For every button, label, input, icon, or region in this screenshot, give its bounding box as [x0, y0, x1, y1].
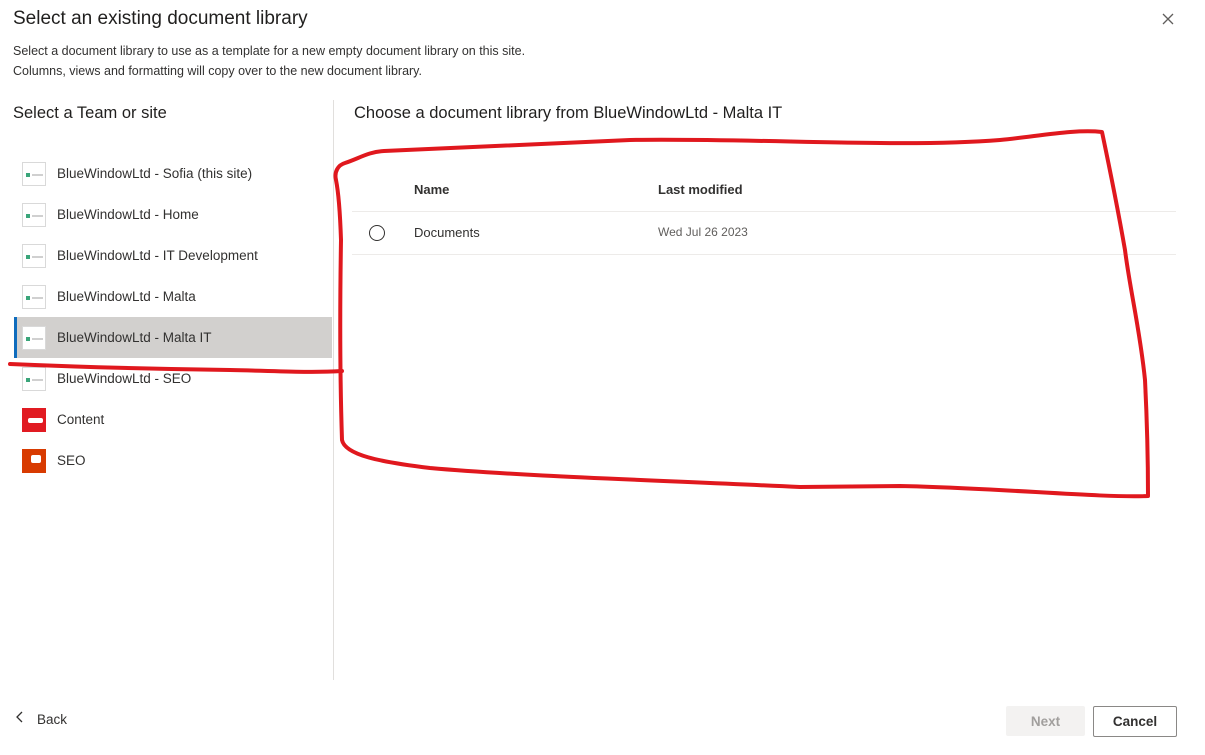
- library-list-heading: Choose a document library from BlueWindo…: [354, 104, 783, 122]
- site-list-heading: Select a Team or site: [13, 104, 167, 122]
- site-item-label: BlueWindowLtd - Malta IT: [57, 330, 212, 345]
- site-thumbnail-icon: [22, 284, 46, 309]
- site-item-label: Content: [57, 412, 105, 427]
- back-label: Back: [37, 712, 68, 727]
- table-row[interactable]: Documents Wed Jul 26 2023: [352, 212, 1176, 255]
- orange-site-tile-icon: [22, 448, 46, 473]
- site-item-label: BlueWindowLtd - SEO: [57, 371, 192, 386]
- column-header-name[interactable]: Name: [414, 182, 449, 197]
- close-icon[interactable]: [1158, 9, 1178, 29]
- site-item-home[interactable]: BlueWindowLtd - Home: [14, 194, 332, 235]
- red-site-tile-icon: [22, 407, 46, 432]
- panel-divider: [333, 100, 334, 680]
- site-item-label: BlueWindowLtd - Malta: [57, 289, 196, 304]
- site-item-label: BlueWindowLtd - Home: [57, 207, 199, 222]
- column-header-last-modified[interactable]: Last modified: [658, 182, 743, 197]
- site-thumbnail-icon: [22, 366, 46, 391]
- site-thumbnail-icon: [22, 243, 46, 268]
- site-list: BlueWindowLtd - Sofia (this site) BlueWi…: [14, 153, 332, 481]
- site-thumbnail-icon: [22, 325, 46, 350]
- dialog-title: Select an existing document library: [13, 8, 308, 29]
- site-item-seo-blue[interactable]: BlueWindowLtd - SEO: [14, 358, 332, 399]
- site-item-seo[interactable]: SEO: [14, 440, 332, 481]
- table-header: Name Last modified: [352, 170, 1176, 212]
- dialog-description: Select a document library to use as a te…: [13, 41, 525, 81]
- next-button[interactable]: Next: [1006, 706, 1085, 736]
- site-thumbnail-icon: [22, 161, 46, 186]
- chevron-left-icon: [15, 710, 25, 729]
- site-thumbnail-icon: [22, 202, 46, 227]
- cancel-button[interactable]: Cancel: [1093, 706, 1177, 737]
- site-item-malta[interactable]: BlueWindowLtd - Malta: [14, 276, 332, 317]
- site-item-malta-it[interactable]: BlueWindowLtd - Malta IT: [14, 317, 332, 358]
- radio-button[interactable]: [369, 225, 385, 241]
- back-button[interactable]: Back: [15, 710, 67, 729]
- description-line-1: Select a document library to use as a te…: [13, 44, 526, 58]
- site-item-it-development[interactable]: BlueWindowLtd - IT Development: [14, 235, 332, 276]
- site-item-content[interactable]: Content: [14, 399, 332, 440]
- site-item-label: SEO: [57, 453, 86, 468]
- site-item-label: BlueWindowLtd - Sofia (this site): [57, 166, 253, 181]
- library-name: Documents: [414, 225, 480, 240]
- site-item-label: BlueWindowLtd - IT Development: [57, 248, 258, 263]
- description-line-2: Columns, views and formatting will copy …: [13, 64, 422, 78]
- library-table: Name Last modified Documents Wed Jul 26 …: [352, 170, 1176, 255]
- site-item-sofia[interactable]: BlueWindowLtd - Sofia (this site): [14, 153, 332, 194]
- library-last-modified: Wed Jul 26 2023: [658, 225, 748, 239]
